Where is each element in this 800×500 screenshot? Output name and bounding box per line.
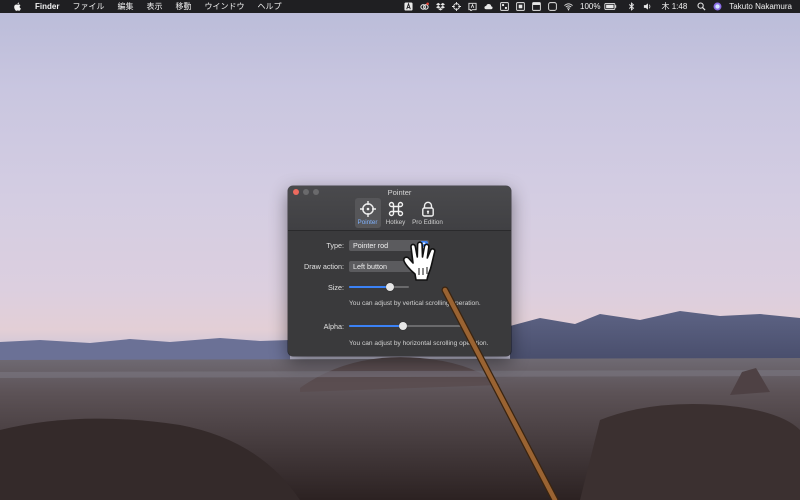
size-slider-knob[interactable]	[385, 283, 394, 291]
menu-file[interactable]: ファイル	[72, 0, 104, 13]
bluetooth-icon[interactable]	[627, 2, 637, 12]
type-popup-value: Pointer rod	[353, 241, 389, 250]
crosshair-icon	[359, 201, 376, 217]
pointer-preferences-window: Pointer Pointer Hotkey Pro Edition Type:…	[288, 186, 511, 356]
menu-edit[interactable]: 編集	[117, 0, 133, 13]
size-slider[interactable]	[349, 283, 409, 291]
command-key-icon	[388, 201, 403, 217]
size-hint: You can adjust by vertical scrolling ope…	[349, 300, 481, 307]
clock[interactable]: 木 1:48	[662, 0, 688, 13]
wifi-icon[interactable]	[563, 2, 573, 12]
size-slider-fill	[349, 286, 390, 288]
battery-icon[interactable]	[604, 2, 618, 12]
square-app-icon[interactable]	[515, 2, 525, 12]
type-label: Type:	[326, 241, 344, 250]
popup-stepper-icon	[420, 241, 428, 250]
creative-cloud-icon[interactable]	[419, 2, 429, 12]
alpha-slider-fill	[349, 325, 403, 327]
window-title: Pointer	[387, 188, 412, 197]
volume-icon[interactable]	[643, 2, 653, 12]
type-popup[interactable]: Pointer rod	[349, 240, 429, 251]
siri-icon[interactable]	[712, 2, 722, 12]
menu-go[interactable]: 移動	[175, 0, 191, 13]
alpha-label: Alpha:	[323, 322, 344, 331]
alpha-slider[interactable]	[349, 322, 463, 330]
frame-app-icon[interactable]	[547, 2, 557, 12]
status-area: 100% 木 1:48 Takuto Nakamura	[397, 0, 800, 13]
tab-hotkey[interactable]: Hotkey	[383, 198, 409, 228]
tab-pro-edition-label: Pro Edition	[412, 219, 443, 226]
dropbox-icon[interactable]	[435, 2, 445, 12]
location-icon[interactable]	[467, 2, 477, 12]
menu-bar: Finder ファイル 編集 表示 移動 ウインドウ ヘルプ 100% 木 1:…	[0, 0, 800, 13]
popup-stepper-icon	[420, 262, 428, 271]
spotlight-search-icon[interactable]	[696, 2, 706, 12]
menu-bar-app-icon[interactable]	[531, 2, 541, 12]
grid-app-icon[interactable]	[499, 2, 509, 12]
tab-pro-edition[interactable]: Pro Edition	[411, 198, 445, 228]
window-titlebar[interactable]: Pointer Pointer Hotkey Pro Edition	[288, 186, 511, 231]
menu-view[interactable]: 表示	[146, 0, 162, 13]
draw-action-label: Draw action:	[304, 262, 344, 271]
apple-menu-icon[interactable]	[12, 1, 23, 12]
tab-hotkey-label: Hotkey	[385, 219, 406, 226]
size-label: Size:	[328, 283, 344, 292]
cloud-icon[interactable]	[483, 2, 493, 12]
menu-window[interactable]: ウインドウ	[204, 0, 244, 13]
user-name[interactable]: Takuto Nakamura	[729, 0, 792, 13]
menu-app-name[interactable]: Finder	[35, 0, 59, 13]
lock-icon	[421, 201, 434, 217]
tab-pointer[interactable]: Pointer	[354, 198, 381, 228]
alpha-hint: You can adjust by horizontal scrolling o…	[349, 340, 489, 347]
battery-percent: 100%	[580, 2, 601, 11]
alpha-slider-knob[interactable]	[398, 322, 407, 330]
draw-action-popup-value: Left button	[353, 262, 387, 271]
preferences-toolbar: Pointer Hotkey Pro Edition	[288, 198, 511, 228]
pointer-settings-panel: Type: Pointer rod Draw action: Left butt…	[288, 231, 511, 356]
draw-action-popup[interactable]: Left button	[349, 261, 429, 272]
pointer-crosshair-icon[interactable]	[451, 2, 461, 12]
tab-pointer-label: Pointer	[357, 219, 378, 226]
menu-help[interactable]: ヘルプ	[257, 0, 281, 13]
input-source-icon[interactable]	[403, 2, 413, 12]
